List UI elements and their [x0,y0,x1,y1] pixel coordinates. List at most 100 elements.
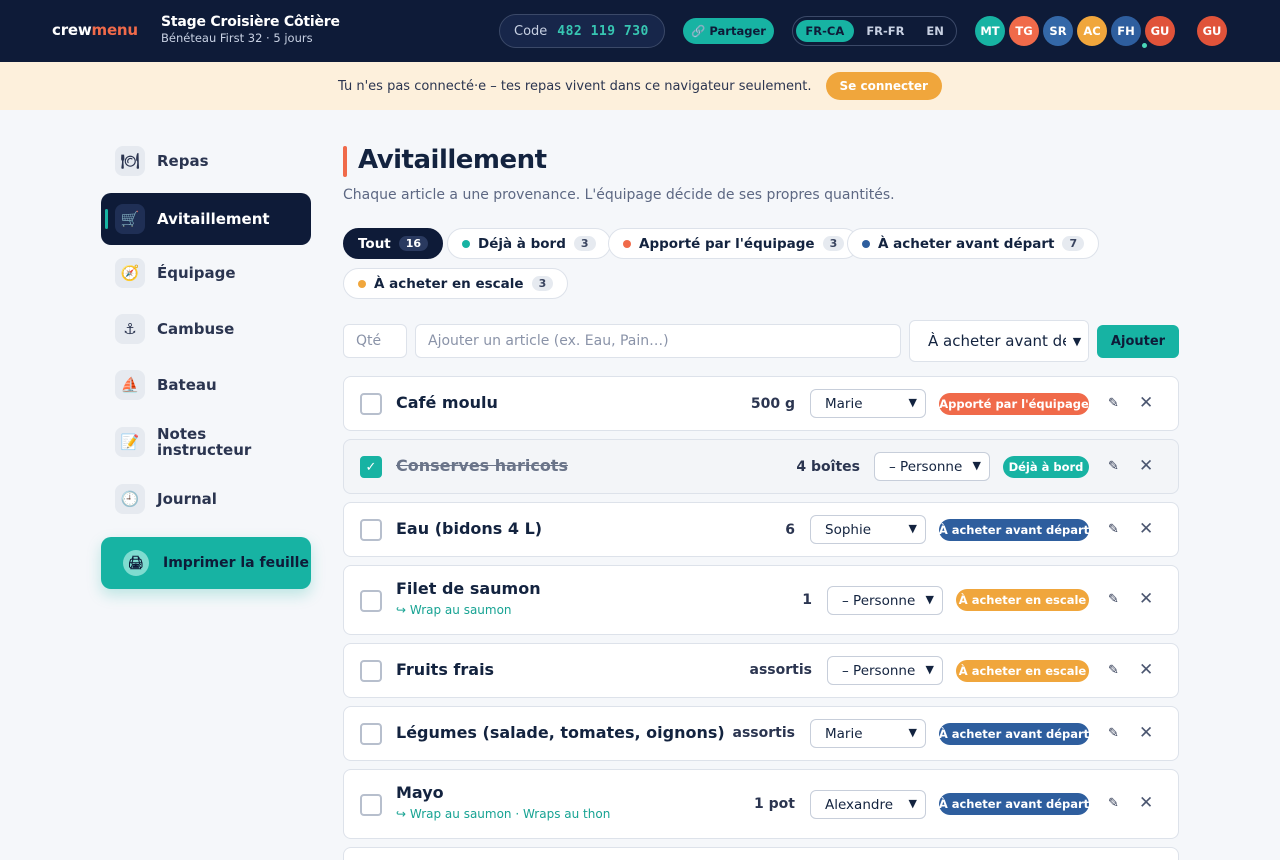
edit-icon[interactable]: ✎ [1108,592,1119,607]
person-select-value: Sophie [825,521,872,538]
person-select[interactable]: Marie ▼ [810,719,926,748]
source-select[interactable]: À acheter avant départ ▼ [909,320,1089,362]
close-icon[interactable]: ✕ [1139,393,1153,413]
sidebar-item-avitaillement[interactable]: 🛒 Avitaillement [101,193,311,245]
avatar[interactable]: FH [1111,16,1141,46]
item-name: Café moulu [396,393,498,412]
connect-button[interactable]: Se connecter [825,72,942,100]
close-icon[interactable]: ✕ [1139,793,1153,813]
lang-en[interactable]: EN [917,20,953,42]
edit-icon[interactable]: ✎ [1108,522,1119,537]
page-title: Avitaillement [358,145,547,175]
close-icon[interactable]: ✕ [1139,660,1153,680]
person-select[interactable]: – Personne ▼ [827,656,943,685]
close-icon[interactable]: ✕ [1139,723,1153,743]
list-item: Café moulu 500 g Marie ▼ Apporté par l'éq… [343,376,1179,431]
filter-count: 3 [822,236,845,251]
edit-icon[interactable]: ✎ [1108,396,1119,411]
lang-fr-fr[interactable]: FR-FR [858,20,914,42]
item-checkbox[interactable] [360,794,382,816]
filter-tout[interactable]: Tout 16 [343,228,444,259]
chevron-down-icon: ▼ [972,459,981,472]
filter-count: 3 [573,236,596,251]
item-checkbox[interactable] [360,519,382,541]
edit-icon[interactable]: ✎ [1108,796,1119,811]
edit-icon[interactable]: ✎ [1108,459,1119,474]
filter-count: 7 [1062,236,1085,251]
filter-acheter-avant-depart[interactable]: À acheter avant départ 7 [847,228,1100,259]
chevron-down-icon: ▼ [908,396,917,409]
item-checkbox[interactable] [360,393,382,415]
brand-logo[interactable]: crewmenu [52,21,138,39]
sidebar-item-notes[interactable]: 📝 Notes instructeur [101,416,311,468]
top-bar: crewmenu Stage Croisière Côtière Bénétea… [0,0,1280,62]
sidebar-item-label: Bateau [157,376,217,394]
avatar[interactable]: SR [1043,16,1073,46]
sidebar-item-label: Cambuse [157,320,235,338]
person-select-value: – Personne [889,458,963,475]
item-checkbox[interactable] [360,660,382,682]
user-avatar[interactable]: GU [1197,16,1227,46]
brand-text: crew [52,21,92,39]
list-item: Filet de saumon ↪ Wrap au saumon 1 – Per… [343,565,1179,635]
lang-fr-ca[interactable]: FR-CA [796,20,854,42]
clock-icon: 🕘 [115,484,145,514]
person-select[interactable]: – Personne ▼ [827,586,943,615]
close-icon[interactable]: ✕ [1139,589,1153,609]
item-checkbox[interactable] [360,723,382,745]
trip-code[interactable]: Code 482 119 730 [499,14,665,48]
item-quantity: 1 pot [754,796,795,812]
item-checkbox[interactable]: ✓ [360,456,382,478]
brand-text-accent: menu [91,21,139,39]
status-badge: Apporté par l'équipage [939,393,1089,415]
list-item: Légumes (salade, tomates, oignons) assor… [343,706,1179,761]
item-checkbox[interactable] [360,590,382,612]
edit-icon[interactable]: ✎ [1108,726,1119,741]
person-select[interactable]: Alexandre ▼ [810,790,926,819]
person-select[interactable]: Marie ▼ [810,389,926,418]
notes-icon: 📝 [115,427,145,457]
sidebar-item-label: Équipage [157,264,236,282]
edit-icon[interactable]: ✎ [1108,663,1119,678]
close-icon[interactable]: ✕ [1139,456,1153,476]
avatar[interactable]: AC [1077,16,1107,46]
compass-icon: 🧭 [115,258,145,288]
filter-apporte-equipage[interactable]: Apporté par l'équipage 3 [608,228,860,259]
avatar[interactable]: MT [975,16,1005,46]
item-quantity: 1 [802,592,812,608]
sidebar-item-bateau[interactable]: ⛵ Bateau [101,359,311,411]
sidebar-item-repas[interactable]: 🍽 Repas [101,135,311,187]
item-name-input[interactable]: Ajouter un article (ex. Eau, Pain…) [415,324,901,358]
list-item: Fruits frais assortis – Personne ▼ À ache… [343,643,1179,698]
person-select[interactable]: – Personne ▼ [874,452,990,481]
list-item: Eau (bidons 4 L) 6 Sophie ▼ À acheter ava… [343,502,1179,557]
close-icon[interactable]: ✕ [1139,519,1153,539]
status-badge: À acheter en escale [956,660,1089,682]
item-recipe-link[interactable]: ↪ Wrap au saumon [396,603,512,617]
item-name: Eau (bidons 4 L) [396,519,543,538]
item-name: Fruits frais [396,660,495,679]
avatar[interactable]: TG [1009,16,1039,46]
page-subtitle: Chaque article a une provenance. L'équip… [343,187,895,203]
status-badge: À acheter avant départ [939,793,1089,815]
add-item-button[interactable]: Ajouter [1097,325,1179,358]
sidebar-item-cambuse[interactable]: ⚓ Cambuse [101,303,311,355]
quantity-input[interactable]: Qté [343,324,407,358]
print-button[interactable]: 🖨 Imprimer la feuille [101,537,311,589]
chevron-down-icon: ▼ [1066,321,1088,361]
sidebar-item-equipage[interactable]: 🧭 Équipage [101,247,311,299]
link-icon: 🔗 [691,24,706,38]
sidebar-item-journal[interactable]: 🕘 Journal [101,473,311,525]
avatar[interactable]: GU [1145,16,1175,46]
filter-acheter-escale[interactable]: À acheter en escale 3 [343,268,569,299]
person-select-value: – Personne [842,662,916,679]
item-recipe-link[interactable]: ↪ Wrap au saumon · Wraps au thon [396,807,610,821]
person-select-value: Marie [825,395,863,412]
filter-deja-a-bord[interactable]: Déjà à bord 3 [447,228,611,259]
share-button[interactable]: 🔗 Partager [683,18,774,44]
trip-code-label: Code [514,23,548,39]
person-select-value: Marie [825,725,863,742]
item-name: Filet de saumon [396,579,541,598]
person-select[interactable]: Sophie ▼ [810,515,926,544]
status-dot [462,239,470,248]
